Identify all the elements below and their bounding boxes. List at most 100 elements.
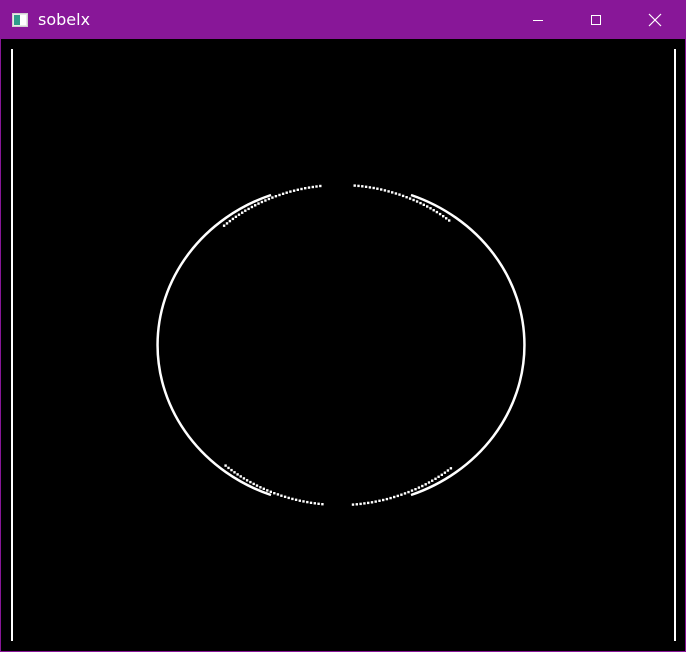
edge-dot <box>294 498 298 501</box>
edge-dot <box>448 219 451 222</box>
edge-dot <box>372 186 375 190</box>
edge-dot <box>387 190 390 193</box>
title-bar[interactable]: sobelx <box>1 1 685 39</box>
edge-dot <box>361 185 364 188</box>
edge-dot <box>363 502 366 505</box>
maximize-icon <box>590 14 602 26</box>
edge-dot <box>378 499 381 502</box>
edge-dot <box>311 185 314 189</box>
edge-dot <box>412 198 415 202</box>
right-edge-line <box>674 49 676 641</box>
edge-dot <box>405 196 408 199</box>
app-window: sobelx <box>0 0 686 652</box>
edge-dot <box>317 502 320 505</box>
edge-dot <box>244 209 247 212</box>
edge-dot <box>281 192 285 195</box>
edge-dot <box>398 193 401 196</box>
edge-dot <box>254 204 257 207</box>
edge-dot <box>241 211 244 214</box>
edge-dot <box>267 197 271 201</box>
edge-dot <box>355 503 358 506</box>
edge-dot <box>237 213 241 216</box>
edge-dot <box>353 184 356 187</box>
edge-dot <box>304 187 307 190</box>
edge-dot <box>285 191 288 194</box>
edge-dot <box>417 486 421 489</box>
edge-dot <box>289 190 292 193</box>
edge-dot <box>443 471 447 474</box>
edge-dot <box>389 496 392 500</box>
edge-dot <box>262 487 265 490</box>
edge-dot <box>278 193 281 197</box>
edge-dot <box>273 492 276 495</box>
left-edge-line <box>11 49 13 641</box>
edge-dot <box>309 501 313 504</box>
edge-dot <box>446 469 450 472</box>
edge-dot <box>401 194 405 198</box>
edge-dot <box>367 501 370 505</box>
edge-dot <box>442 215 445 218</box>
edge-dot <box>370 501 374 504</box>
edge-dot <box>222 224 226 227</box>
edge-dot <box>230 468 233 472</box>
edge-dot <box>291 497 294 501</box>
edge-dot <box>307 186 311 189</box>
edge-dot <box>359 502 362 506</box>
edge-dot <box>300 187 303 191</box>
edge-dot <box>269 490 272 493</box>
edge-dot <box>224 464 227 467</box>
edge-dot <box>252 482 255 486</box>
edge-dot <box>435 210 439 214</box>
edge-dot <box>242 477 246 480</box>
edge-dot <box>245 479 249 482</box>
edge-dot <box>259 486 262 489</box>
edge-dot <box>419 201 422 205</box>
edge-dot <box>260 200 264 204</box>
edge-dot <box>233 471 236 474</box>
edge-dot <box>414 488 417 491</box>
edge-dot <box>249 480 252 484</box>
edge-dot <box>239 475 242 478</box>
edge-dot <box>380 188 383 191</box>
close-button[interactable] <box>626 1 684 39</box>
edge-dot <box>437 475 440 478</box>
edge-dot <box>274 195 278 198</box>
edge-dot <box>383 189 387 192</box>
edge-dot <box>296 188 299 191</box>
edge-dot <box>228 219 232 223</box>
edge-dot <box>302 500 305 503</box>
edge-dot <box>427 481 431 484</box>
edge-dot <box>247 207 250 211</box>
maximize-button[interactable] <box>567 1 625 39</box>
edge-dot <box>357 184 360 188</box>
edge-dot <box>415 200 419 203</box>
edge-dot <box>396 494 399 498</box>
edge-dot <box>438 212 442 216</box>
edge-dot <box>351 503 355 506</box>
edge-dot <box>376 187 379 190</box>
edge-dot <box>394 192 398 195</box>
minimize-button[interactable] <box>509 1 567 39</box>
edge-dot <box>319 184 322 188</box>
edge-dot <box>227 466 230 470</box>
image-display <box>1 39 685 651</box>
edge-dot <box>410 489 414 492</box>
window-title: sobelx <box>38 10 91 29</box>
edge-dot <box>250 205 254 209</box>
edge-dot <box>424 483 427 486</box>
edge-dot <box>374 500 377 503</box>
edge-dot <box>321 503 324 506</box>
edge-dot <box>231 217 235 221</box>
edge-dot <box>298 499 301 502</box>
edge-dot <box>306 500 309 504</box>
edge-dot <box>266 489 269 492</box>
edge-dot <box>368 186 372 189</box>
close-icon <box>648 13 662 27</box>
edge-dot <box>382 498 385 502</box>
edge-dot <box>403 492 407 495</box>
edge-dot <box>313 502 316 505</box>
edge-dot <box>385 497 389 501</box>
edge-dot <box>407 490 410 494</box>
edge-dot <box>429 207 432 210</box>
edge-dot <box>445 217 448 220</box>
